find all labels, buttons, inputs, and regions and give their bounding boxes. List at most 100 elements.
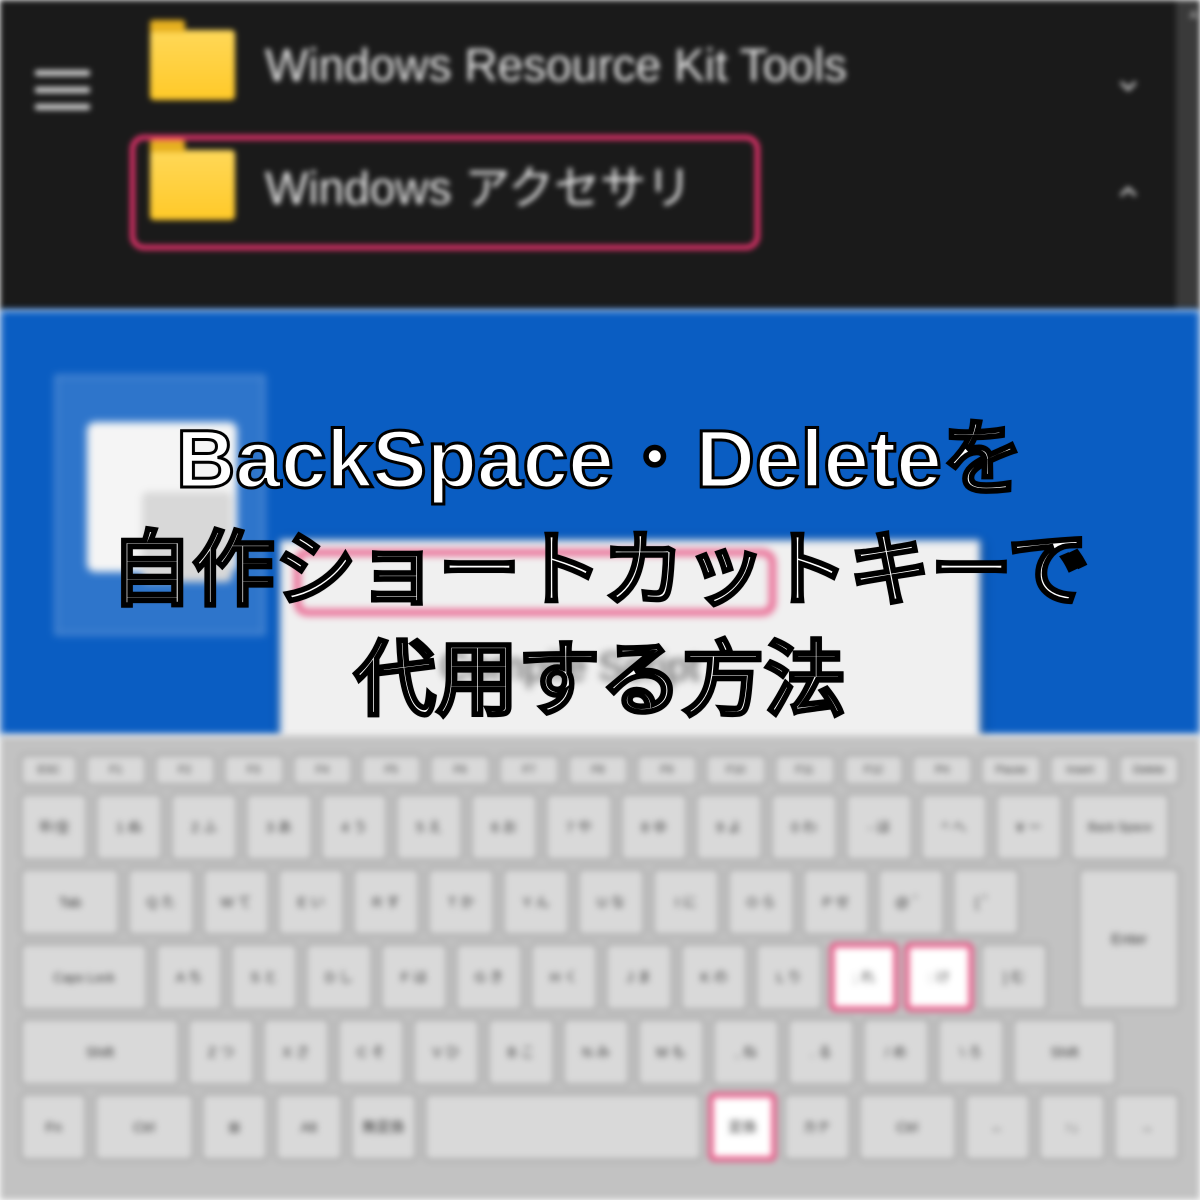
key-capslock[interactable]: Caps Lock bbox=[20, 943, 148, 1011]
key-comma[interactable]: , ね bbox=[712, 1018, 780, 1086]
key-minus[interactable]: - ほ bbox=[845, 793, 913, 861]
key-0[interactable]: 0 わ bbox=[770, 793, 838, 861]
key-f6[interactable]: F6 bbox=[429, 754, 491, 786]
start-menu-section: Windows Resource Kit Tools Windows アクセサリ… bbox=[0, 0, 1200, 310]
key-slash[interactable]: / め bbox=[862, 1018, 930, 1086]
key-f11[interactable]: F11 bbox=[774, 754, 836, 786]
key-arrow-left[interactable]: ← bbox=[964, 1093, 1031, 1161]
key-colon-highlighted[interactable]: : け bbox=[905, 943, 973, 1011]
scrollbar[interactable]: ▴ bbox=[1176, 0, 1200, 310]
keyboard-a-row: Caps Lock A ち S と D し F は G き H く J ま K … bbox=[20, 943, 1180, 1011]
key-ctrl-left[interactable]: Ctrl bbox=[94, 1093, 193, 1161]
key-x[interactable]: X さ bbox=[262, 1018, 330, 1086]
key-k[interactable]: K の bbox=[680, 943, 748, 1011]
key-esc[interactable]: ESC bbox=[20, 754, 78, 786]
key-yen[interactable]: ¥ ー bbox=[995, 793, 1063, 861]
key-v[interactable]: V ひ bbox=[412, 1018, 480, 1086]
key-s[interactable]: S と bbox=[230, 943, 298, 1011]
key-g[interactable]: G き bbox=[455, 943, 523, 1011]
key-arrow-right[interactable]: → bbox=[1113, 1093, 1180, 1161]
key-8[interactable]: 8 ゆ bbox=[620, 793, 688, 861]
key-d[interactable]: D し bbox=[305, 943, 373, 1011]
key-muhenkan[interactable]: 無変換 bbox=[350, 1093, 417, 1161]
key-m[interactable]: M も bbox=[637, 1018, 705, 1086]
folder-icon bbox=[150, 150, 235, 220]
title-line-2: 自作ショートカットキーで bbox=[0, 516, 1200, 627]
article-title: BackSpace・Deleteを 自作ショートカットキーで 代用する方法 bbox=[0, 405, 1200, 737]
key-h[interactable]: H く bbox=[530, 943, 598, 1011]
hamburger-icon[interactable] bbox=[35, 70, 90, 110]
key-f12[interactable]: F12 bbox=[843, 754, 905, 786]
key-c[interactable]: C そ bbox=[337, 1018, 405, 1086]
key-9[interactable]: 9 よ bbox=[695, 793, 763, 861]
key-bracket-right[interactable]: ] む bbox=[980, 943, 1048, 1011]
key-delete[interactable]: Delete bbox=[1118, 754, 1180, 786]
keyboard-z-row: Shift Z つ X さ C そ V ひ B こ N み M も , ね . … bbox=[20, 1018, 1180, 1086]
key-w[interactable]: W て bbox=[202, 868, 270, 936]
key-at[interactable]: @ ゛ bbox=[877, 868, 945, 936]
key-y[interactable]: Y ん bbox=[502, 868, 570, 936]
key-5[interactable]: 5 え bbox=[395, 793, 463, 861]
key-ctrl-right[interactable]: Ctrl bbox=[858, 1093, 957, 1161]
key-e[interactable]: E い bbox=[277, 868, 345, 936]
key-henkan-highlighted[interactable]: 変換 bbox=[709, 1093, 776, 1161]
key-7[interactable]: 7 や bbox=[545, 793, 613, 861]
key-shift-right[interactable]: Shift bbox=[1012, 1018, 1117, 1086]
key-j[interactable]: J ま bbox=[605, 943, 673, 1011]
key-i[interactable]: I に bbox=[652, 868, 720, 936]
key-semicolon-highlighted[interactable]: ; れ bbox=[830, 943, 898, 1011]
key-fn[interactable]: Fn bbox=[20, 1093, 87, 1161]
key-f[interactable]: F は bbox=[380, 943, 448, 1011]
key-prtsc[interactable]: Prt bbox=[911, 754, 973, 786]
key-enter[interactable]: Enter bbox=[1078, 868, 1180, 1010]
key-6[interactable]: 6 お bbox=[470, 793, 538, 861]
key-caret[interactable]: ^ へ bbox=[920, 793, 988, 861]
key-f1[interactable]: F1 bbox=[85, 754, 147, 786]
key-n[interactable]: N み bbox=[562, 1018, 630, 1086]
key-f7[interactable]: F7 bbox=[498, 754, 560, 786]
chevron-up-icon[interactable]: ⌃ bbox=[1111, 180, 1145, 226]
key-period[interactable]: . る bbox=[787, 1018, 855, 1086]
key-p[interactable]: P せ bbox=[802, 868, 870, 936]
key-insert[interactable]: Insert bbox=[1049, 754, 1111, 786]
key-backslash[interactable]: \ ろ bbox=[937, 1018, 1005, 1086]
menu-item-resource-kit[interactable]: Windows Resource Kit Tools bbox=[150, 30, 847, 100]
key-u[interactable]: U な bbox=[577, 868, 645, 936]
scroll-up-arrow-icon[interactable]: ▴ bbox=[1189, 2, 1198, 23]
keyboard-function-row: ESC F1 F2 F3 F4 F5 F6 F7 F8 F9 F10 F11 F… bbox=[20, 754, 1180, 786]
menu-item-accessories[interactable]: Windows アクセサリ bbox=[150, 150, 692, 220]
key-1[interactable]: 1 ぬ bbox=[95, 793, 163, 861]
key-bracket-left[interactable]: [ ゜ bbox=[952, 868, 1020, 936]
key-a[interactable]: A ち bbox=[155, 943, 223, 1011]
key-b[interactable]: B こ bbox=[487, 1018, 555, 1086]
key-t[interactable]: T か bbox=[427, 868, 495, 936]
key-4[interactable]: 4 う bbox=[320, 793, 388, 861]
key-hankaku[interactable]: 半/全 bbox=[20, 793, 88, 861]
key-f8[interactable]: F8 bbox=[567, 754, 629, 786]
key-f4[interactable]: F4 bbox=[292, 754, 354, 786]
title-line-3: 代用する方法 bbox=[0, 626, 1200, 737]
key-o[interactable]: O ら bbox=[727, 868, 795, 936]
key-q[interactable]: Q た bbox=[127, 868, 195, 936]
key-space[interactable] bbox=[424, 1093, 702, 1161]
key-f3[interactable]: F3 bbox=[223, 754, 285, 786]
key-alt[interactable]: Alt bbox=[275, 1093, 342, 1161]
key-f9[interactable]: F9 bbox=[636, 754, 698, 786]
chevron-down-icon[interactable]: ⌄ bbox=[1111, 55, 1145, 101]
key-f5[interactable]: F5 bbox=[360, 754, 422, 786]
key-2[interactable]: 2 ふ bbox=[170, 793, 238, 861]
key-l[interactable]: L り bbox=[755, 943, 823, 1011]
key-shift-left[interactable]: Shift bbox=[20, 1018, 180, 1086]
key-backspace[interactable]: Back Space bbox=[1070, 793, 1170, 861]
key-f10[interactable]: F10 bbox=[705, 754, 767, 786]
key-z[interactable]: Z つ bbox=[187, 1018, 255, 1086]
key-3[interactable]: 3 あ bbox=[245, 793, 313, 861]
key-tab[interactable]: Tab bbox=[20, 868, 120, 936]
key-arrow-updown[interactable]: ↑↓ bbox=[1038, 1093, 1105, 1161]
key-r[interactable]: R す bbox=[352, 868, 420, 936]
key-pause[interactable]: Pause bbox=[980, 754, 1042, 786]
key-win[interactable]: ⊞ bbox=[201, 1093, 268, 1161]
menu-label: Windows Resource Kit Tools bbox=[265, 38, 847, 92]
key-kana[interactable]: カナ bbox=[783, 1093, 850, 1161]
key-f2[interactable]: F2 bbox=[154, 754, 216, 786]
